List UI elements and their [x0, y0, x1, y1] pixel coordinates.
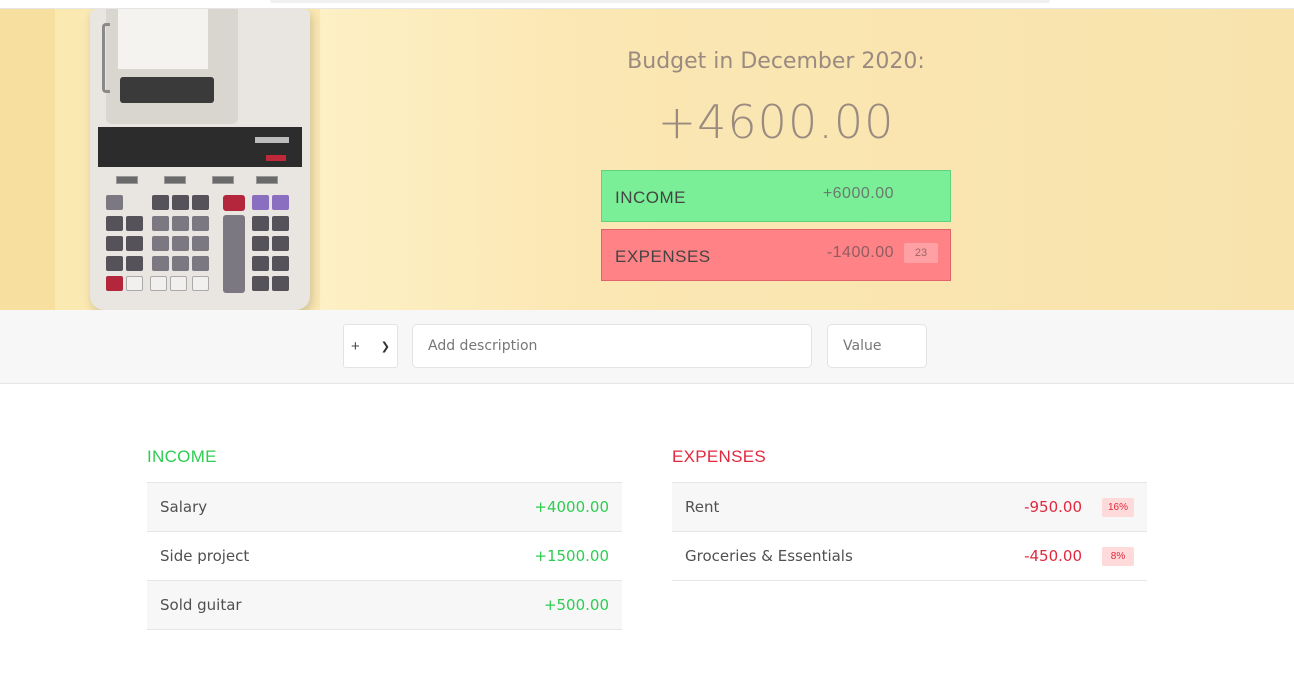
type-select[interactable]: + ❯ — [343, 324, 398, 368]
calculator-key — [106, 236, 123, 251]
chevron-down-icon: ❯ — [380, 340, 390, 353]
income-item[interactable]: Sold guitar +500.00 — [147, 581, 622, 630]
expense-item[interactable]: Groceries & Essentials -450.00 8% — [672, 532, 1147, 581]
calculator-tag — [266, 155, 286, 161]
income-items: Salary +4000.00 Side project +1500.00 So… — [147, 483, 622, 630]
calculator-display — [98, 127, 302, 167]
expense-percentage-badge: 16% — [1102, 498, 1134, 517]
calculator-key — [152, 216, 169, 231]
income-item-value: +1500.00 — [534, 547, 609, 565]
calculator-key — [172, 216, 189, 231]
calculator-key — [252, 276, 269, 291]
calculator-key — [272, 216, 289, 231]
expenses-percentage-badge: 23 — [904, 243, 938, 263]
income-summary-label: INCOME — [615, 188, 686, 207]
income-item[interactable]: Salary +4000.00 — [147, 483, 622, 532]
budget-value: +4600.00 — [657, 95, 895, 149]
income-item-value: +4000.00 — [534, 498, 609, 516]
expense-item-value: -950.00 — [1024, 498, 1082, 516]
expenses-title: EXPENSES — [672, 440, 1147, 483]
banner-shade — [0, 9, 55, 310]
budget-title: Budget in December 2020: — [627, 49, 925, 74]
top-border — [0, 0, 1294, 9]
expense-item-value: -450.00 — [1024, 547, 1082, 565]
calculator-key — [106, 276, 123, 291]
expenses-summary-label: EXPENSES — [615, 247, 711, 266]
add-item-bar: + ❯ — [0, 310, 1294, 384]
income-summary-value: +6000.00 — [822, 185, 894, 202]
calculator-key — [126, 256, 143, 271]
expenses-summary-value: -1400.00 — [826, 244, 894, 261]
calculator-key — [272, 195, 289, 210]
calculator-arm — [102, 23, 110, 93]
banner-glow — [320, 9, 580, 310]
calculator-logo — [255, 137, 289, 143]
expenses-list: EXPENSES Rent -950.00 16% Groceries & Es… — [672, 440, 1147, 581]
calculator-key — [126, 276, 143, 291]
calculator-key — [252, 256, 269, 271]
income-list: INCOME Salary +4000.00 Side project +150… — [147, 440, 622, 630]
calculator-key — [106, 216, 123, 231]
income-summary: INCOME +6000.00 — [601, 170, 951, 222]
top-bar — [270, 0, 1050, 3]
calculator-key — [106, 195, 123, 210]
calculator-key — [192, 256, 209, 271]
calculator-switch — [116, 176, 138, 184]
calculator-plus-key — [223, 215, 245, 293]
calculator-key — [252, 236, 269, 251]
calculator-key — [172, 195, 189, 210]
calculator-key — [192, 236, 209, 251]
calculator-key — [106, 256, 123, 271]
calculator-roller — [120, 77, 214, 103]
income-item-description: Sold guitar — [160, 596, 242, 614]
income-item-value: +500.00 — [543, 596, 609, 614]
type-select-value: + — [351, 337, 360, 355]
calculator-key — [252, 195, 269, 210]
income-item-description: Salary — [160, 498, 208, 516]
calculator-key — [126, 236, 143, 251]
description-input[interactable] — [412, 324, 812, 368]
calculator-key — [170, 276, 187, 291]
income-title: INCOME — [147, 440, 622, 483]
expense-item[interactable]: Rent -950.00 16% — [672, 483, 1147, 532]
calculator-key — [152, 195, 169, 210]
calculator-key — [252, 216, 269, 231]
calculator-key — [126, 216, 143, 231]
calculator-key — [172, 256, 189, 271]
expense-percentage-badge: 8% — [1102, 547, 1134, 566]
calculator-switch — [164, 176, 186, 184]
calculator-image — [90, 9, 310, 310]
expenses-summary: EXPENSES -1400.00 23 — [601, 229, 951, 281]
calculator-key — [192, 276, 209, 291]
calculator-switch — [256, 176, 278, 184]
expenses-items: Rent -950.00 16% Groceries & Essentials … — [672, 483, 1147, 581]
calculator-key — [150, 276, 167, 291]
expense-item-description: Rent — [685, 498, 720, 516]
value-input[interactable] — [827, 324, 927, 368]
calculator-key — [192, 216, 209, 231]
calculator-key — [272, 236, 289, 251]
calculator-key — [272, 256, 289, 271]
calculator-minus-key — [223, 195, 245, 211]
expense-item-description: Groceries & Essentials — [685, 547, 853, 565]
calculator-key — [152, 236, 169, 251]
calculator-paper — [118, 9, 208, 69]
calculator-key — [192, 195, 209, 210]
income-item[interactable]: Side project +1500.00 — [147, 532, 622, 581]
calculator-switch — [212, 176, 234, 184]
calculator-key — [272, 276, 289, 291]
income-item-description: Side project — [160, 547, 250, 565]
calculator-switches — [106, 176, 296, 184]
calculator-key — [172, 236, 189, 251]
calculator-key — [152, 256, 169, 271]
